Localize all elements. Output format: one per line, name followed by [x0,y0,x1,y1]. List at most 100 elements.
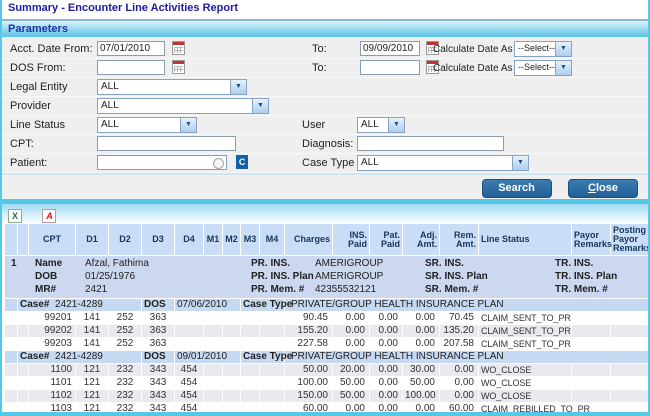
line-row: 99203141252363227.580.000.000.00207.58CL… [5,338,650,350]
excel-export-icon[interactable]: X [8,209,22,223]
patient-mr: 2421 [85,283,251,296]
patient-info-row: 1 Name Afzal, Fathima PR. INS. AMERIGROU… [5,256,650,298]
cell-m1 [204,325,222,337]
mr-label: MR# [35,283,85,296]
cell-rem_amt: 207.58 [440,338,478,350]
selected-value: --Select-- [515,42,555,56]
calendar-icon[interactable] [172,41,185,55]
line-row: 110312123234345460.000.000.000.0060.00CL… [5,403,650,415]
cell-d1: 121 [76,364,108,376]
selected-value: ALL [98,118,180,132]
tr-ins-plan-label: TR. INS. Plan [555,270,650,283]
chevron-down-icon [252,99,268,113]
cell-m3 [241,364,259,376]
col-pat-paid: Pat. Paid [370,224,402,255]
col-ins-paid: INS. Paid [333,224,369,255]
cell-d2: 232 [109,403,141,415]
cell-ins_paid: 0.00 [333,403,369,415]
case-type-value: PRIVATE/GROUP HEALTH INSURANCE PLAN [285,351,650,363]
cell-d4: 454 [175,403,203,415]
sr-mem-label: SR. Mem. # [425,283,555,296]
calendar-icon[interactable] [172,60,185,74]
patient-input[interactable] [97,155,227,170]
cell-payor_remarks [572,338,610,350]
line-row: 1101121232343454100.0050.000.0050.000.00… [5,377,650,389]
cell-m2 [223,403,240,415]
patient-label: Patient: [10,157,47,169]
provider-label: Provider [10,100,51,112]
pr-ins-value: AMERIGROUP [315,257,425,270]
cell-m3 [241,312,259,324]
cell-d4 [175,325,203,337]
cell-rem_amt: 0.00 [440,364,478,376]
col-spacer [18,224,28,255]
selected-value: ALL [358,118,388,132]
calc-date-as-select-1[interactable]: --Select-- [514,41,572,57]
line-status-select[interactable]: ALL [97,117,197,133]
close-button[interactable]: Close [568,179,638,198]
acct-date-to-input[interactable] [360,41,420,56]
dos-from-input[interactable] [97,60,165,75]
col-m4: M4 [260,224,284,255]
cell-adj_amt: 100.00 [403,390,439,402]
form-row-line-status: Line Status ALL User ALL [2,116,648,135]
selected-value: ALL [98,80,230,94]
acct-date-from-label: Acct. Date From: [10,43,93,55]
cell-d3: 343 [142,390,174,402]
case-type-label: Case Type [241,351,284,363]
cell-rem_amt: 135.20 [440,325,478,337]
cell-spacer [5,403,17,415]
calc-date-as-select-2[interactable]: --Select-- [514,60,572,76]
parameters-form: Acct. Date From: To: Calculate Date As -… [2,37,648,173]
dos-value: 07/06/2010 [175,299,240,311]
chevron-down-icon [512,156,528,170]
dos-value: 09/01/2010 [175,351,240,363]
cell-line_status: CLAIM_SENT_TO_PR [479,312,571,324]
cell-payor_remarks [572,390,610,402]
dos-label: DOS [142,299,174,311]
acct-date-from-input[interactable] [97,41,165,56]
legal-entity-select[interactable]: ALL [97,79,247,95]
pdf-export-icon[interactable]: A [42,209,56,223]
cpt-input[interactable] [97,136,236,151]
patient-lookup-circle-icon[interactable] [213,158,224,169]
patient-field: C [97,155,248,170]
cell-d1: 141 [76,338,108,350]
patient-clear-button[interactable]: C [236,155,248,169]
line-row: 9920114125236390.450.000.000.0070.45CLAI… [5,312,650,324]
parameters-section-header: Parameters [2,21,648,37]
cell-ins_paid: 0.00 [333,338,369,350]
search-button[interactable]: Search [482,179,552,198]
cell-d4: 454 [175,390,203,402]
cell-cpt: 99202 [29,325,75,337]
cell-d3: 343 [142,403,174,415]
cell-m4 [260,364,284,376]
dos-label: DOS [142,351,174,363]
case-type-select[interactable]: ALL [357,155,529,171]
cell-pat_paid: 0.00 [370,312,402,324]
case-header-row: Case# 2421-4289DOS09/01/2010Case TypePRI… [5,351,650,363]
calc-date-as-label-1: Calculate Date As [433,44,513,55]
cell-d3: 363 [142,338,174,350]
cell-pat_paid: 0.00 [370,325,402,337]
diagnosis-input[interactable] [357,136,504,151]
cpt-label: CPT: [10,138,34,150]
acct-date-from-calendar[interactable] [167,41,185,55]
cell-d2: 232 [109,390,141,402]
user-select[interactable]: ALL [357,117,405,133]
export-toolbar: X A [2,204,648,223]
cell-m2 [223,364,240,376]
form-row-acct-date: Acct. Date From: To: Calculate Date As -… [2,40,648,59]
cell-pat_paid: 0.00 [370,377,402,389]
cell-spacer [18,312,28,324]
cell-spacer [5,377,17,389]
cell-d4: 454 [175,377,203,389]
provider-select[interactable]: ALL [97,98,269,114]
acct-date-to-label: To: [312,43,327,55]
cell-m2 [223,325,240,337]
dos-to-input[interactable] [360,60,420,75]
cell-charges: 90.45 [285,312,332,324]
cell-posting_payor_remarks [611,364,650,376]
cell-m4 [260,403,284,415]
dos-from-calendar[interactable] [167,60,185,74]
